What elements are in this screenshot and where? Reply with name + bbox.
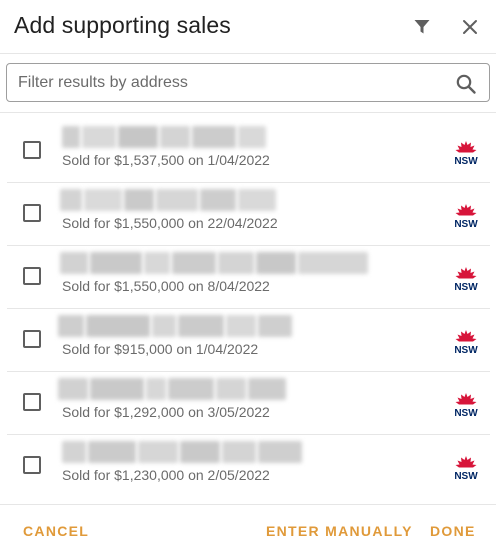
sale-summary: Sold for $1,230,000 on 2/05/2022 <box>62 467 270 483</box>
dialog-title: Add supporting sales <box>14 12 231 38</box>
sale-checkbox[interactable] <box>23 330 41 348</box>
sale-summary: Sold for $1,550,000 on 22/04/2022 <box>62 215 278 231</box>
filter-icon <box>414 20 430 34</box>
nsw-logo-icon: NSW <box>454 267 478 293</box>
footer-divider <box>0 504 496 505</box>
sale-summary: Sold for $1,550,000 on 8/04/2022 <box>62 278 270 294</box>
svg-text:NSW: NSW <box>454 408 478 419</box>
nsw-logo-icon: NSW <box>454 204 478 230</box>
sale-row[interactable]: Sold for $1,550,000 on 22/04/2022 NSW <box>0 183 496 246</box>
sale-row[interactable]: Sold for $1,292,000 on 3/05/2022 NSW <box>0 372 496 435</box>
done-button[interactable]: DONE <box>430 523 476 539</box>
address-filter-input[interactable] <box>18 64 438 101</box>
close-button[interactable] <box>457 14 483 40</box>
dialog-header: Add supporting sales <box>0 0 496 54</box>
close-icon <box>463 20 477 34</box>
sale-checkbox[interactable] <box>23 141 41 159</box>
cancel-button[interactable]: CANCEL <box>23 523 89 539</box>
sale-row[interactable]: Sold for $1,230,000 on 2/05/2022 NSW <box>0 435 496 498</box>
nsw-logo-icon: NSW <box>454 393 478 419</box>
svg-text:NSW: NSW <box>454 156 478 167</box>
sale-row[interactable]: Sold for $915,000 on 1/04/2022 NSW <box>0 309 496 372</box>
sale-checkbox[interactable] <box>23 267 41 285</box>
nsw-logo-icon: NSW <box>454 330 478 356</box>
search-icon[interactable] <box>455 73 477 95</box>
svg-text:NSW: NSW <box>454 345 478 356</box>
svg-text:NSW: NSW <box>454 219 478 230</box>
sale-checkbox[interactable] <box>23 456 41 474</box>
svg-text:NSW: NSW <box>454 471 478 482</box>
svg-text:NSW: NSW <box>454 282 478 293</box>
nsw-logo-icon: NSW <box>454 456 478 482</box>
sale-row[interactable]: Sold for $1,550,000 on 8/04/2022 NSW <box>0 246 496 309</box>
sale-checkbox[interactable] <box>23 204 41 222</box>
enter-manually-button[interactable]: ENTER MANUALLY <box>266 523 413 539</box>
address-filter-field[interactable] <box>6 63 490 102</box>
sale-summary: Sold for $1,537,500 on 1/04/2022 <box>62 152 270 168</box>
nsw-logo-icon: NSW <box>454 141 478 167</box>
sale-summary: Sold for $915,000 on 1/04/2022 <box>62 341 259 357</box>
sale-summary: Sold for $1,292,000 on 3/05/2022 <box>62 404 270 420</box>
sale-row[interactable]: Sold for $1,537,500 on 1/04/2022 NSW <box>0 120 496 183</box>
sale-checkbox[interactable] <box>23 393 41 411</box>
list-top-divider <box>0 112 496 113</box>
filter-button[interactable] <box>409 14 435 40</box>
